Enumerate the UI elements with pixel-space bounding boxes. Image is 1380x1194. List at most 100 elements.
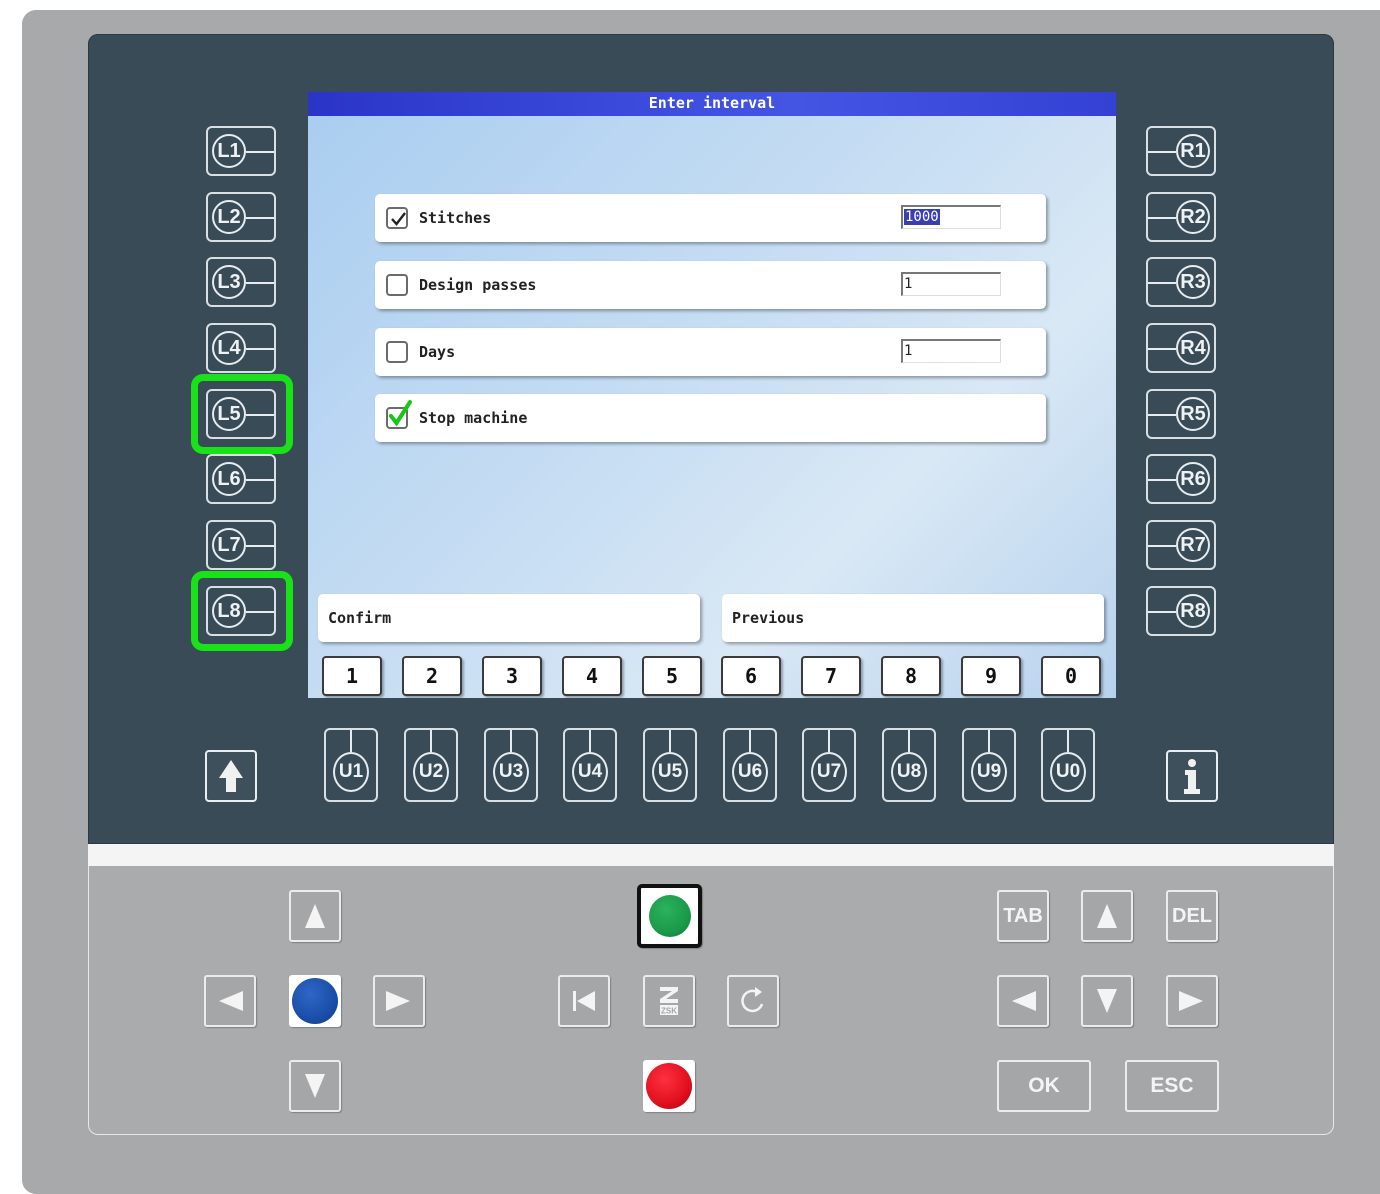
confirm-button[interactable]: Confirm xyxy=(318,594,700,642)
u-key-label: U6 xyxy=(732,752,768,792)
info-key[interactable] xyxy=(1166,750,1218,802)
left-arrow-key[interactable] xyxy=(204,975,256,1027)
esc-key[interactable]: ESC xyxy=(1125,1060,1219,1112)
cursor-left-key[interactable] xyxy=(997,975,1049,1027)
soft-key-l1[interactable]: L1 xyxy=(206,126,276,176)
design-passes-value: 1 xyxy=(904,276,913,292)
triangle-up-icon xyxy=(1097,904,1117,928)
triangle-up-icon xyxy=(305,904,325,928)
joystick-button[interactable] xyxy=(289,975,341,1027)
days-input[interactable]: 1 xyxy=(901,339,1001,363)
soft-key-label: R1 xyxy=(1176,134,1210,168)
days-value: 1 xyxy=(904,343,913,359)
soft-key-label: R3 xyxy=(1176,265,1210,299)
soft-key-r3[interactable]: R3 xyxy=(1146,257,1216,307)
start-button[interactable] xyxy=(637,884,702,948)
soft-key-r1[interactable]: R1 xyxy=(1146,126,1216,176)
u-key-3[interactable]: U3 xyxy=(484,728,538,802)
del-key-label: DEL xyxy=(1172,905,1212,927)
soft-key-l7[interactable]: L7 xyxy=(206,520,276,570)
u-key-label: U2 xyxy=(413,752,449,792)
u-key-0[interactable]: U0 xyxy=(1041,728,1095,802)
soft-key-r7[interactable]: R7 xyxy=(1146,520,1216,570)
days-label: Days xyxy=(419,343,456,361)
number-button-5[interactable]: 5 xyxy=(642,656,702,696)
u-key-7[interactable]: U7 xyxy=(802,728,856,802)
cursor-up-key[interactable] xyxy=(1081,890,1133,942)
ok-key[interactable]: OK xyxy=(997,1060,1091,1112)
design-passes-input[interactable]: 1 xyxy=(901,272,1001,296)
previous-button[interactable]: Previous xyxy=(722,594,1104,642)
soft-key-label: L6 xyxy=(212,462,246,496)
rotate-key[interactable] xyxy=(727,975,779,1027)
u-key-label: U7 xyxy=(811,752,847,792)
u-key-2[interactable]: U2 xyxy=(404,728,458,802)
interval-row-stitches[interactable]: Stitches 1000 xyxy=(375,194,1046,242)
blue-dot-icon xyxy=(292,978,338,1024)
up-arrow-key[interactable] xyxy=(289,890,341,942)
shift-key[interactable] xyxy=(205,750,257,802)
zsk-logo-key[interactable]: ZSK xyxy=(643,975,695,1027)
soft-key-r6[interactable]: R6 xyxy=(1146,454,1216,504)
days-checkbox[interactable] xyxy=(386,341,408,363)
triangle-right-icon xyxy=(1179,991,1203,1011)
u-key-8[interactable]: U8 xyxy=(882,728,936,802)
cursor-down-key[interactable] xyxy=(1081,975,1133,1027)
soft-key-l6[interactable]: L6 xyxy=(206,454,276,504)
display-screen: Enter interval Stitches 1000 Design pass… xyxy=(308,92,1116,698)
first-key[interactable] xyxy=(558,975,610,1027)
number-button-1[interactable]: 1 xyxy=(322,656,382,696)
divider-stripe xyxy=(88,844,1334,866)
u-key-label: U3 xyxy=(493,752,529,792)
u-key-label: U4 xyxy=(572,752,608,792)
soft-key-l4[interactable]: L4 xyxy=(206,323,276,373)
soft-key-l2[interactable]: L2 xyxy=(206,192,276,242)
u-key-4[interactable]: U4 xyxy=(563,728,617,802)
cursor-right-key[interactable] xyxy=(1166,975,1218,1027)
number-button-4[interactable]: 4 xyxy=(562,656,622,696)
number-button-6[interactable]: 6 xyxy=(721,656,781,696)
interval-row-design-passes[interactable]: Design passes 1 xyxy=(375,261,1046,309)
green-dot-icon xyxy=(649,895,691,937)
triangle-right-icon xyxy=(386,991,410,1011)
stitches-checkbox[interactable] xyxy=(386,207,408,229)
number-button-0[interactable]: 0 xyxy=(1041,656,1101,696)
number-button-7[interactable]: 7 xyxy=(801,656,861,696)
u-key-label: U0 xyxy=(1050,752,1086,792)
u-key-1[interactable]: U1 xyxy=(324,728,378,802)
u-key-label: U8 xyxy=(891,752,927,792)
stitches-value: 1000 xyxy=(904,209,940,225)
interval-row-days[interactable]: Days 1 xyxy=(375,328,1046,376)
stop-button[interactable] xyxy=(643,1060,695,1112)
green-check-icon xyxy=(389,400,412,427)
soft-key-r4[interactable]: R4 xyxy=(1146,323,1216,373)
soft-key-label: R7 xyxy=(1176,528,1210,562)
down-arrow-key[interactable] xyxy=(289,1060,341,1112)
soft-key-r8[interactable]: R8 xyxy=(1146,586,1216,636)
soft-key-label: L1 xyxy=(212,134,246,168)
del-key[interactable]: DEL xyxy=(1166,890,1218,942)
stitches-label: Stitches xyxy=(419,209,492,227)
number-button-2[interactable]: 2 xyxy=(402,656,462,696)
right-arrow-key[interactable] xyxy=(373,975,425,1027)
design-passes-label: Design passes xyxy=(419,276,537,294)
stitches-input[interactable]: 1000 xyxy=(901,205,1001,229)
tab-key[interactable]: TAB xyxy=(997,890,1049,942)
stop-machine-checkbox[interactable] xyxy=(386,400,412,429)
soft-key-r5[interactable]: R5 xyxy=(1146,389,1216,439)
u-key-6[interactable]: U6 xyxy=(723,728,777,802)
u-key-label: U1 xyxy=(333,752,369,792)
u-key-9[interactable]: U9 xyxy=(962,728,1016,802)
number-button-3[interactable]: 3 xyxy=(482,656,542,696)
soft-key-r2[interactable]: R2 xyxy=(1146,192,1216,242)
u-key-5[interactable]: U5 xyxy=(643,728,697,802)
triangle-down-icon xyxy=(305,1074,325,1098)
triangle-left-icon xyxy=(1012,991,1036,1011)
number-button-8[interactable]: 8 xyxy=(881,656,941,696)
number-button-9[interactable]: 9 xyxy=(961,656,1021,696)
design-passes-checkbox[interactable] xyxy=(386,274,408,296)
rotate-icon xyxy=(741,987,764,1013)
soft-key-l3[interactable]: L3 xyxy=(206,257,276,307)
soft-key-label: L2 xyxy=(212,200,246,234)
interval-row-stop-machine[interactable]: Stop machine xyxy=(375,394,1046,442)
